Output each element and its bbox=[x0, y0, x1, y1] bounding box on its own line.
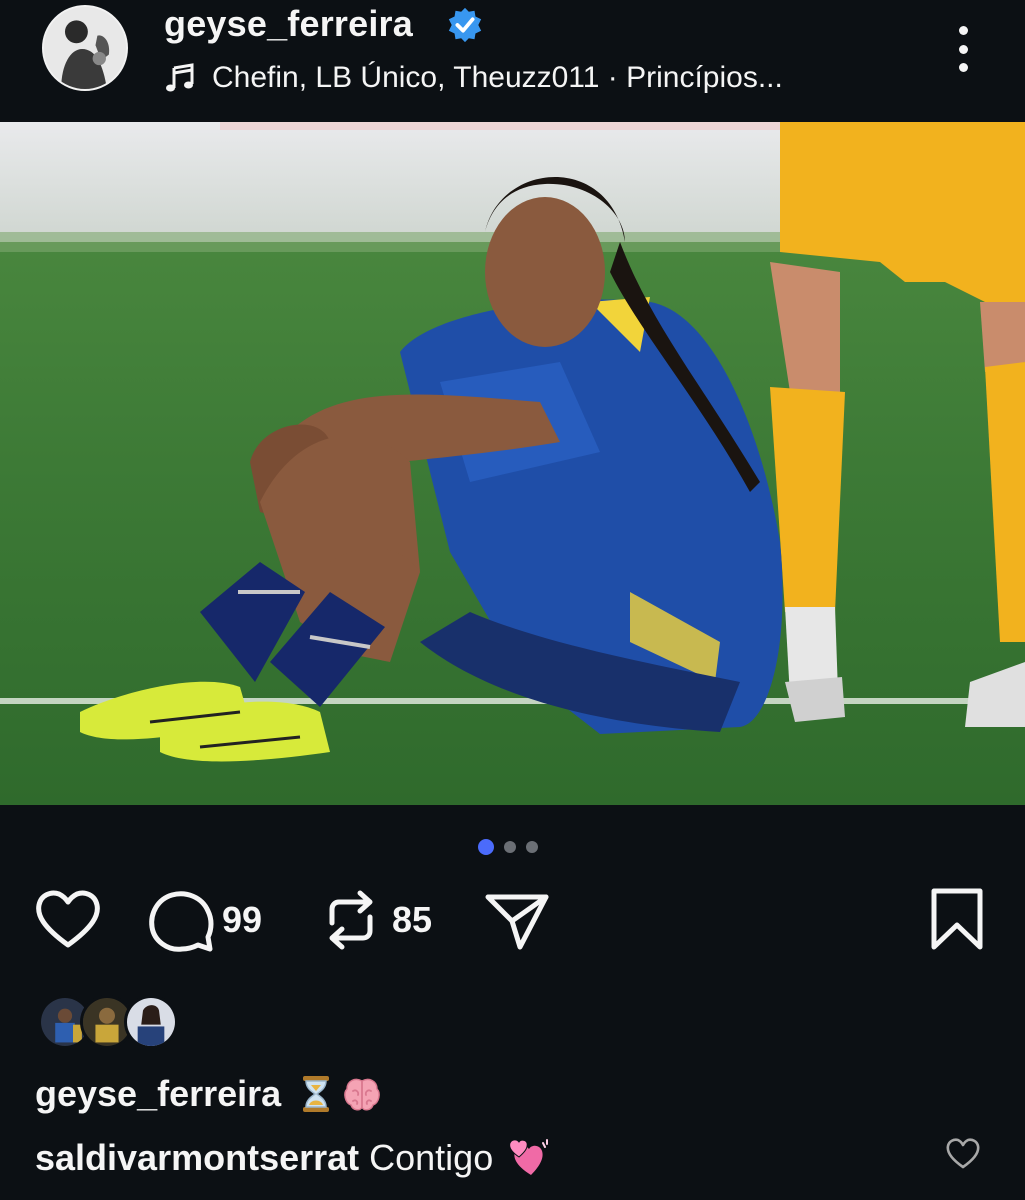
carousel-dot[interactable] bbox=[504, 841, 516, 853]
comment-text: Contigo bbox=[369, 1137, 494, 1178]
more-dot bbox=[958, 44, 968, 54]
save-button[interactable] bbox=[922, 885, 992, 955]
carousel-indicator bbox=[478, 839, 538, 855]
brain-icon bbox=[344, 1078, 381, 1111]
comment-button[interactable]: 99 bbox=[146, 885, 262, 955]
send-icon bbox=[485, 894, 549, 950]
caption-emojis bbox=[295, 1073, 383, 1115]
music-label: Chefin, LB Único, Theuzz011 · Princípios… bbox=[212, 61, 783, 94]
caption-username[interactable]: geyse_ferreira bbox=[35, 1071, 281, 1117]
profile-avatar[interactable] bbox=[42, 5, 128, 91]
top-comment: saldivarmontserrat Contigo bbox=[35, 1135, 551, 1181]
two-hearts-icon bbox=[509, 1139, 549, 1175]
bookmark-icon bbox=[931, 888, 983, 950]
heart-icon bbox=[36, 890, 100, 948]
carousel-dot[interactable] bbox=[526, 841, 538, 853]
repost-button[interactable]: 85 bbox=[316, 885, 432, 955]
comment-username[interactable]: saldivarmontserrat bbox=[35, 1135, 359, 1181]
comment-count: 99 bbox=[222, 899, 263, 940]
post-header: geyse_ferreira Chefin, LB Único, Theuzz0… bbox=[0, 0, 1025, 122]
more-dot bbox=[958, 26, 968, 35]
music-row[interactable]: Chefin, LB Único, Theuzz011 · Princípios… bbox=[164, 56, 783, 100]
post-username[interactable]: geyse_ferreira bbox=[164, 2, 413, 46]
music-note-icon bbox=[166, 63, 194, 92]
share-button[interactable] bbox=[482, 885, 552, 955]
like-button[interactable] bbox=[33, 885, 103, 955]
post-photo bbox=[0, 122, 1025, 805]
repost-count: 85 bbox=[392, 899, 433, 940]
more-dot bbox=[958, 63, 968, 72]
comment-bubble-icon bbox=[149, 891, 214, 952]
hourglass-icon bbox=[303, 1076, 330, 1112]
comment-like-heart-icon[interactable] bbox=[944, 1134, 982, 1172]
avatar-image bbox=[44, 7, 126, 89]
post-caption: geyse_ferreira bbox=[35, 1071, 383, 1117]
repost-icon bbox=[329, 890, 373, 950]
action-bar: 99 85 bbox=[0, 885, 1025, 975]
verified-badge-icon bbox=[448, 7, 482, 43]
liked-by-avatars[interactable] bbox=[38, 995, 178, 1053]
carousel-dot-active[interactable] bbox=[478, 839, 494, 855]
post-image[interactable] bbox=[0, 122, 1025, 805]
more-options-icon[interactable] bbox=[940, 24, 986, 74]
liker-avatar bbox=[124, 995, 178, 1049]
